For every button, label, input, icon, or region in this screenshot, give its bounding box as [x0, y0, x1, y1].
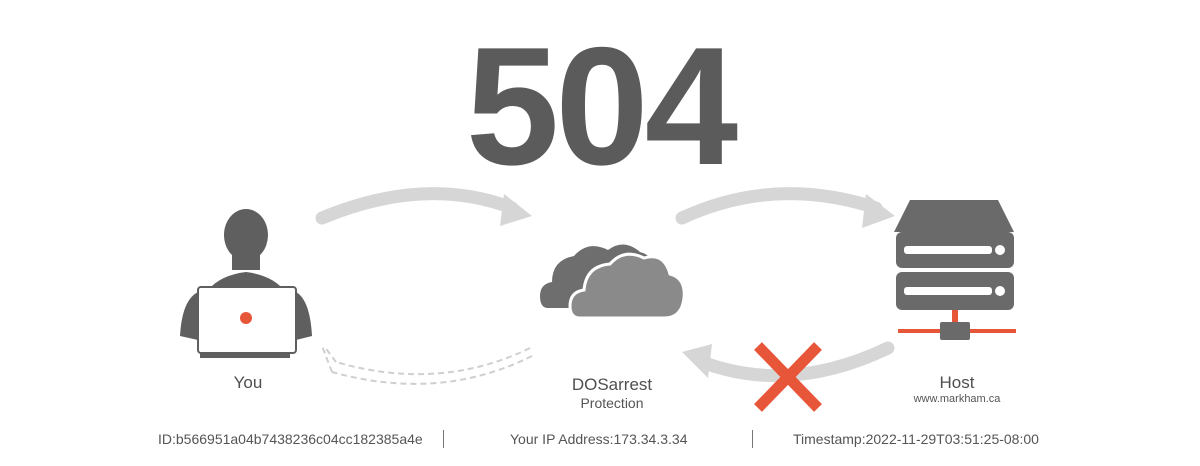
arrow-proxy-to-host	[675, 187, 895, 228]
timestamp: Timestamp:2022-11-29T03:51:25-08:00	[793, 431, 1039, 447]
request-id: ID:b566951a04b7438236c04cc182385a4e	[158, 431, 423, 447]
footer-divider	[752, 430, 753, 448]
dashed-return-arrow	[321, 345, 533, 385]
dosarrest-label: DOSarrest	[571, 375, 653, 394]
cloud-icon	[540, 244, 686, 320]
ip-address: Your IP Address:173.34.3.34	[510, 431, 688, 447]
host-label: Host	[939, 373, 975, 392]
dosarrest-sublabel: Protection	[580, 395, 644, 411]
server-icon	[894, 200, 1016, 340]
you-label: You	[233, 373, 263, 392]
footer-divider	[443, 430, 444, 448]
host-sublabel: www.markham.ca	[913, 393, 1001, 405]
arrow-you-to-proxy	[315, 187, 532, 226]
user-laptop-icon	[180, 209, 312, 358]
